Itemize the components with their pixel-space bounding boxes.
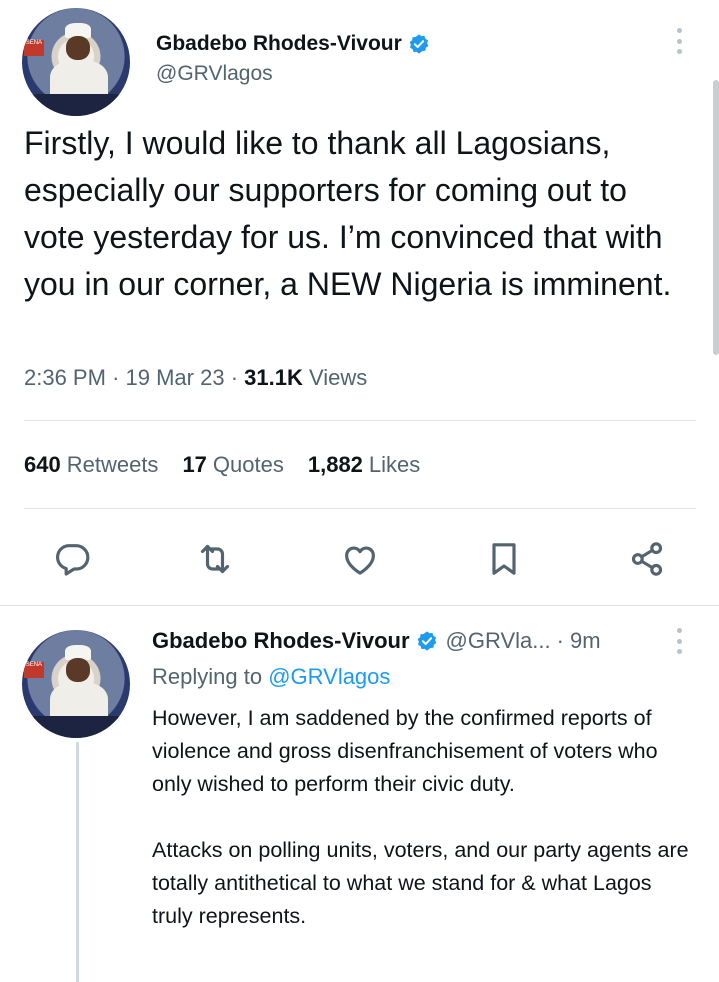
like-icon[interactable] (335, 534, 385, 584)
avatar-face (66, 658, 91, 682)
divider (24, 508, 696, 509)
reply-author-row[interactable]: Gbadebo Rhodes-Vivour @GRVla... · 9m (152, 628, 601, 654)
retweets-stat[interactable]: 640 Retweets (24, 452, 158, 478)
avatar-face (66, 36, 91, 60)
avatar-badge: SENA (24, 40, 44, 56)
avatar-badge: SENA (24, 662, 44, 678)
tweet-text: Firstly, I would like to thank all Lagos… (24, 125, 672, 302)
main-tweet[interactable]: SENA Gbadebo Rhodes-Vivour @GRVlagos Fir… (0, 0, 719, 605)
replying-to-link[interactable]: @GRVlagos (268, 664, 390, 689)
reply-tweet[interactable]: SENA Gbadebo Rhodes-Vivour @GRVla... · 9… (0, 606, 719, 982)
author-handle[interactable]: @GRVlagos (156, 62, 273, 86)
author-row[interactable]: Gbadebo Rhodes-Vivour (156, 32, 430, 56)
avatar-desk (22, 716, 130, 738)
likes-stat[interactable]: 1,882 Likes (308, 452, 420, 478)
replying-to: Replying to @GRVlagos (152, 664, 390, 690)
more-options-icon[interactable] (677, 628, 683, 654)
meta-separator: · (112, 365, 126, 390)
reply-time[interactable]: · 9m (557, 628, 601, 654)
scrollbar[interactable] (713, 80, 719, 355)
avatar[interactable]: SENA (22, 8, 130, 116)
avatar[interactable]: SENA (22, 630, 130, 738)
thread-line (76, 742, 79, 982)
tweet-meta: 2:36 PM · 19 Mar 23 · 31.1K Views (24, 365, 367, 391)
more-options-icon[interactable] (677, 28, 683, 54)
verified-badge-icon (417, 631, 436, 651)
reply-author-handle[interactable]: @GRVla... (446, 628, 551, 654)
reply-icon[interactable] (47, 534, 97, 584)
avatar-desk (22, 94, 130, 116)
divider (24, 420, 696, 421)
retweet-icon[interactable] (190, 534, 240, 584)
share-icon[interactable] (622, 534, 672, 584)
quotes-stat[interactable]: 17 Quotes (182, 452, 283, 478)
views-label[interactable]: Views (309, 365, 367, 390)
meta-separator: · (230, 365, 245, 390)
tweet-stats: 640 Retweets 17 Quotes 1,882 Likes (24, 452, 420, 478)
tweet-time[interactable]: 2:36 PM (24, 365, 106, 390)
views-count[interactable]: 31.1K (244, 365, 303, 390)
reply-author-name[interactable]: Gbadebo Rhodes-Vivour (152, 628, 410, 654)
reply-text: However, I am saddened by the confirmed … (152, 706, 689, 928)
replying-prefix: Replying to (152, 664, 263, 689)
bookmark-icon[interactable] (479, 534, 529, 584)
verified-badge-icon (409, 34, 429, 54)
author-name[interactable]: Gbadebo Rhodes-Vivour (156, 32, 402, 56)
action-bar (0, 534, 719, 584)
tweet-date[interactable]: 19 Mar 23 (126, 365, 225, 390)
